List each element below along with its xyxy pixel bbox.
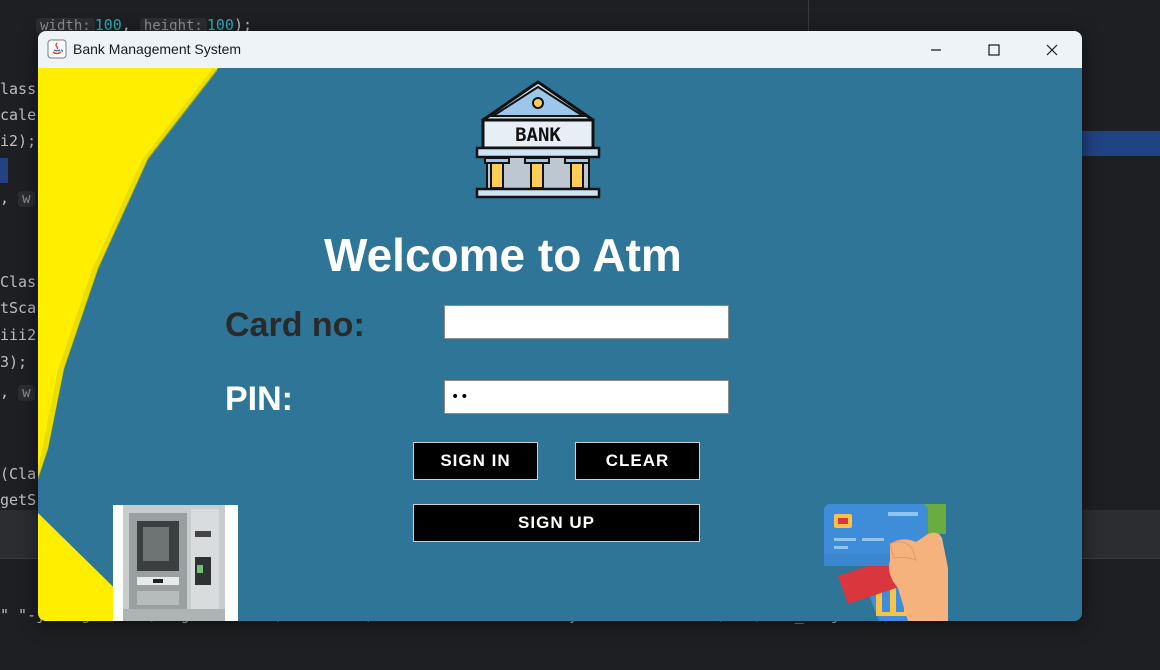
credit-card-hand-icon — [824, 504, 948, 621]
code-line: , w — [0, 383, 35, 401]
code-line: tSca — [0, 299, 37, 317]
sign-in-button[interactable]: SIGN IN — [413, 442, 538, 480]
code-line: i2); — [0, 132, 37, 150]
code-line: (Cla — [0, 465, 37, 483]
code-line: , w — [0, 189, 35, 207]
code-line: getS — [0, 491, 37, 509]
welcome-heading: Welcome to Atm — [324, 229, 682, 281]
minimize-button[interactable] — [907, 31, 965, 68]
code-text: , — [0, 189, 19, 207]
clear-button[interactable]: CLEAR — [575, 442, 700, 480]
app-window: Bank Management System BANK Welcome to A… — [38, 31, 1082, 621]
code-line: cale — [0, 106, 37, 124]
code-text: , — [0, 383, 19, 401]
editor-selection-highlight — [0, 158, 8, 183]
bank-building-icon: BANK — [475, 80, 601, 199]
maximize-icon — [988, 43, 1000, 56]
atm-machine-image — [113, 505, 238, 621]
pin-label: PIN: — [225, 380, 293, 418]
sign-up-button[interactable]: SIGN UP — [413, 504, 700, 542]
pin-input[interactable] — [444, 380, 729, 414]
code-line: iii2 — [0, 326, 37, 344]
title-bar[interactable]: Bank Management System — [38, 31, 1082, 68]
param-hint: w — [18, 191, 35, 207]
java-app-icon — [47, 39, 67, 59]
card-number-input[interactable] — [444, 305, 729, 339]
minimize-icon — [931, 48, 941, 51]
card-number-label: Card no: — [225, 306, 365, 344]
code-line: 3); — [0, 353, 28, 371]
atm-login-panel: BANK Welcome to Atm Card no: PIN: SIGN I… — [38, 68, 1082, 621]
code-line: lass — [0, 80, 37, 98]
close-icon — [1046, 44, 1058, 55]
bank-logo-text: BANK — [515, 124, 561, 146]
window-title: Bank Management System — [73, 41, 242, 57]
editor-line-highlight — [1082, 131, 1160, 156]
param-hint: w — [18, 385, 35, 401]
close-button[interactable] — [1023, 31, 1081, 68]
code-line: Clas — [0, 273, 37, 291]
maximize-button[interactable] — [965, 31, 1023, 68]
